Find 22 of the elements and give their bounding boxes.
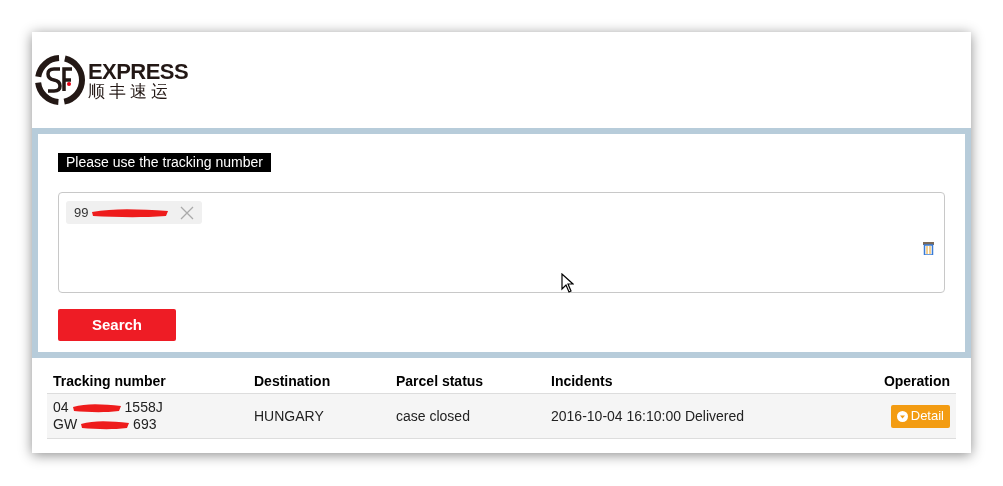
tracking-number-end: 693	[133, 416, 157, 433]
search-button[interactable]: Search	[58, 309, 176, 341]
mouse-cursor-icon	[561, 273, 574, 293]
incident-cell-text: 2016-10-04 16:10:00 Delivered	[551, 406, 746, 426]
column-header: Destination	[254, 372, 332, 391]
column-header: Tracking number	[53, 372, 167, 391]
column-header: Operation	[882, 372, 950, 391]
tracking-number-start: GW	[53, 416, 78, 433]
logo-chinese-name: 顺丰速运	[88, 82, 173, 100]
trash-icon[interactable]	[923, 242, 934, 255]
tracking-tag[interactable]: 99	[66, 201, 203, 225]
logo-wordmark: EXPRESS	[88, 60, 189, 83]
status-cell-text: case closed	[396, 406, 471, 426]
prompt-label: Please use the tracking number	[58, 153, 271, 172]
tracking-input-field[interactable]: 99	[58, 192, 945, 293]
column-header: Incidents	[551, 372, 614, 391]
destination-cell-text: HUNGARY	[254, 406, 325, 426]
tracking-number-start: 04	[53, 399, 69, 416]
tag-text: 99	[74, 204, 89, 222]
column-header: Parcel status	[396, 372, 485, 391]
tracking-number-end: 1558J	[124, 399, 163, 416]
logo-icon	[34, 54, 86, 106]
